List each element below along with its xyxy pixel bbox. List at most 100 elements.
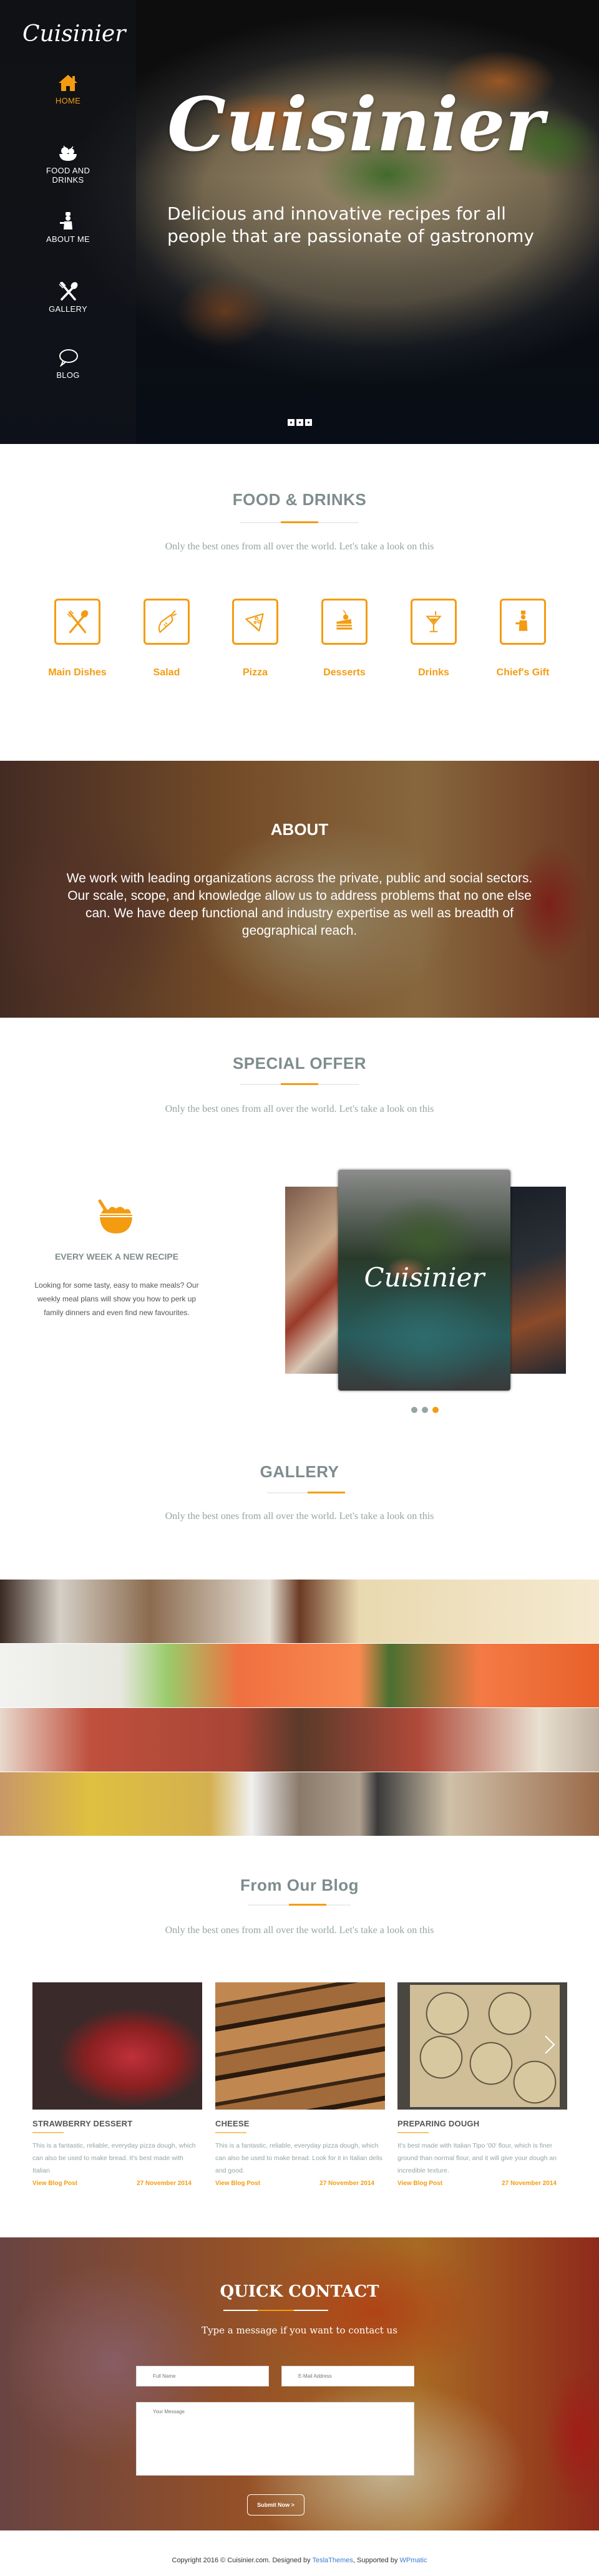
submit-button[interactable]: Submit Now >	[247, 2494, 304, 2516]
contact-title: QUICK CONTACT	[220, 2282, 379, 2301]
sidebar-item-label: ABOUT ME	[46, 234, 90, 244]
title-underline	[215, 2132, 246, 2133]
about-section: ABOUT We work with leading organizations…	[0, 761, 599, 1018]
chef-icon	[515, 610, 528, 631]
title-underline	[32, 2132, 64, 2133]
hero-slide-dot[interactable]	[296, 419, 303, 426]
section-title: SPECIAL OFFER	[232, 1054, 367, 1073]
blog-card: CHEESE This is a fantastic, reliable, ev…	[215, 1982, 385, 2187]
hero-tagline: Delicious and innovative recipes for all…	[167, 203, 534, 246]
category-label: Desserts	[323, 667, 366, 678]
category-label: Chief's Gift	[496, 667, 550, 678]
sidebar-item-about-me[interactable]: ABOUT ME	[0, 212, 136, 244]
sidebar-item-blog[interactable]: BLOG	[0, 348, 136, 380]
gallery-image[interactable]	[0, 1708, 599, 1772]
section-divider	[223, 2310, 328, 2311]
category-salad[interactable]: Salad	[142, 599, 192, 678]
category-label: Drinks	[418, 667, 449, 678]
about-text: We work with leading organizations acros…	[66, 871, 533, 938]
carousel-dot[interactable]	[422, 1407, 428, 1413]
category-pizza[interactable]: Pizza	[230, 599, 280, 678]
hero-slide-dot[interactable]	[305, 419, 312, 426]
blog-card-excerpt: This is a fantastic, reliable, everyday …	[215, 2142, 382, 2174]
carousel-dot-active[interactable]	[432, 1407, 439, 1413]
blog-card-date: 27 November 2014	[502, 2180, 557, 2187]
gallery-image[interactable]	[0, 1772, 599, 1836]
offer-text: Looking for some tasty, easy to make mea…	[34, 1281, 199, 1317]
sidebar-item-food-and-drinks[interactable]: FOOD AND DRINKS	[0, 143, 136, 185]
cocktail-icon	[426, 611, 442, 632]
footer: Copyright 2016 © Cuisinier.com. Designed…	[0, 2557, 599, 2564]
sidebar-item-gallery[interactable]: GALLERY	[0, 282, 136, 314]
speech-bubble-icon	[59, 349, 78, 367]
section-subtitle: Only the best ones from all over the wor…	[165, 1511, 434, 1522]
slide-logo: Cuisinier	[364, 1262, 485, 1293]
copyright-text: , Supported by	[353, 2557, 400, 2564]
carousel-dot[interactable]	[411, 1407, 417, 1413]
full-name-input[interactable]	[136, 2366, 269, 2386]
gallery-image[interactable]	[0, 1644, 599, 1707]
sidebar-item-label: FOOD AND DRINKS	[46, 166, 90, 185]
sidebar-item-home[interactable]: HOME	[0, 74, 136, 105]
message-textarea[interactable]	[136, 2402, 414, 2476]
carrot-icon	[158, 610, 177, 634]
salad-bowl-icon	[98, 1199, 132, 1233]
sidebar-item-label: GALLERY	[49, 304, 87, 314]
section-subtitle: Only the best ones from all over the wor…	[165, 1104, 434, 1114]
contact-subtitle: Type a message if you want to contact us	[202, 2325, 397, 2336]
email-input[interactable]	[281, 2366, 414, 2386]
section-divider	[240, 1083, 359, 1085]
carousel-dots	[411, 1407, 439, 1413]
site-logo[interactable]: Cuisinier	[22, 21, 125, 47]
blog-card-title: STRAWBERRY DESSERT	[32, 2119, 133, 2128]
blog-card-date: 27 November 2014	[137, 2180, 192, 2187]
section-divider	[240, 521, 359, 523]
category-main-dishes[interactable]: Main Dishes	[48, 599, 107, 678]
view-blog-post-link[interactable]: View Blog Post	[32, 2180, 77, 2187]
fruit-basket-icon	[59, 145, 77, 161]
section-title: From Our Blog	[240, 1876, 359, 1894]
gallery-image[interactable]	[0, 1580, 599, 1643]
blog-card-excerpt: This is a fantastic, reliable, everyday …	[32, 2142, 196, 2174]
offer-heading: EVERY WEEK A NEW RECIPE	[54, 1252, 179, 1261]
section-subtitle: Only the best ones from all over the wor…	[165, 1925, 434, 1936]
designer-link[interactable]: TeslaThemes	[312, 2557, 353, 2564]
blog-card-image[interactable]	[397, 1982, 567, 2110]
section-subtitle: Only the best ones from all over the wor…	[165, 541, 434, 552]
category-label: Salad	[153, 667, 180, 678]
section-title: GALLERY	[260, 1462, 339, 1481]
category-chiefs-gift[interactable]: Chief's Gift	[497, 599, 549, 678]
sidebar-item-label: HOME	[55, 96, 81, 105]
blog-card: STRAWBERRY DESSERT This is a fantastic, …	[32, 1982, 202, 2187]
carousel-slide-next[interactable]	[507, 1187, 566, 1374]
chef-icon	[60, 212, 72, 229]
hero-section: Cuisinier HOME FOOD AND DRINKS ABOUT ME …	[0, 0, 599, 444]
view-blog-post-link[interactable]: View Blog Post	[215, 2180, 260, 2187]
section-divider	[248, 1904, 351, 1906]
about-title: ABOUT	[270, 820, 329, 839]
supporter-link[interactable]: WPmatic	[400, 2557, 427, 2564]
chevron-right-icon[interactable]	[543, 2034, 557, 2055]
copyright-text: Copyright 2016 © Cuisinier.com. Designed…	[172, 2557, 313, 2564]
section-title: FOOD & DRINKS	[232, 490, 367, 509]
carousel-slide-previous[interactable]	[285, 1187, 341, 1374]
category-drinks[interactable]: Drinks	[409, 599, 459, 678]
blog-card-excerpt: It's best made with Italian Tipo '00' fl…	[397, 2142, 557, 2174]
pizza-slice-icon	[245, 613, 264, 632]
blog-card-date: 27 November 2014	[319, 2180, 374, 2187]
hero-slide-dot[interactable]	[288, 419, 295, 426]
section-divider	[267, 1492, 345, 1493]
blog-card-image[interactable]	[215, 1982, 385, 2110]
category-desserts[interactable]: Desserts	[319, 599, 369, 678]
home-icon	[59, 75, 77, 91]
view-blog-post-link[interactable]: View Blog Post	[397, 2180, 442, 2187]
cake-icon	[336, 610, 353, 630]
hero-slider-dots	[288, 419, 312, 426]
fork-spoon-icon	[59, 282, 78, 301]
blog-card-image[interactable]	[32, 1982, 202, 2110]
blog-card-title: CHEESE	[215, 2119, 250, 2128]
title-underline	[397, 2132, 429, 2133]
fork-spoon-icon	[67, 610, 89, 634]
carousel-slide-active[interactable]: Cuisinier	[338, 1170, 510, 1391]
sidebar-item-label: BLOG	[56, 370, 80, 380]
